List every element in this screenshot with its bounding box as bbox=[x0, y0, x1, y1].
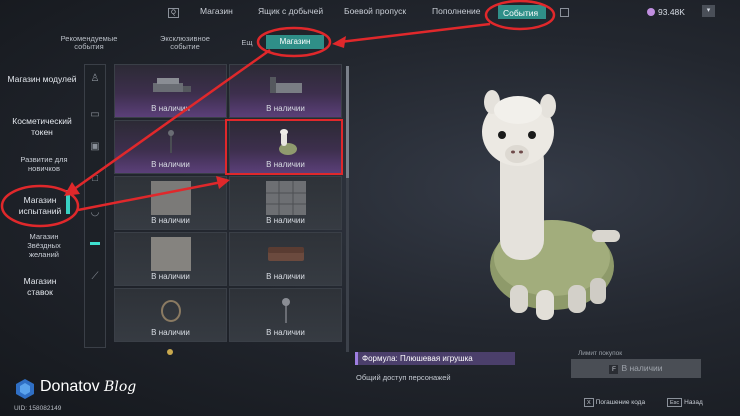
sidebar-item-newbie-progress[interactable]: Развитие для новичков bbox=[14, 155, 74, 173]
user-id: UID: 158082149 bbox=[14, 405, 62, 412]
purchase-limit-label: Лимит покупок bbox=[578, 350, 623, 357]
watermark-blog: Blog bbox=[104, 379, 137, 395]
availability-label: В наличии bbox=[266, 328, 305, 337]
subtab-shop[interactable]: Магазин bbox=[266, 35, 324, 49]
nav-events-tab[interactable]: События bbox=[490, 3, 560, 23]
shop-item-tile[interactable]: В наличии bbox=[229, 288, 342, 342]
f-key-hint: F bbox=[609, 365, 619, 374]
nav-shop[interactable]: Магазин bbox=[200, 6, 233, 16]
availability-label: В наличии bbox=[151, 104, 190, 113]
shop-item-tile[interactable]: В наличии bbox=[114, 64, 227, 118]
sidebar-item-bet-shop[interactable]: Магазин ставок bbox=[10, 276, 70, 298]
availability-label: В наличии bbox=[266, 104, 305, 113]
subtab-recommended-events[interactable]: Рекомендуемые события bbox=[54, 35, 124, 51]
scroll-more-indicator bbox=[167, 349, 173, 355]
sidebar-item-star-wishes[interactable]: Магазин Звёздных желаний bbox=[14, 232, 74, 259]
redeem-code-hint[interactable]: X Погашение кода bbox=[584, 398, 645, 407]
back-hint[interactable]: Esc Назад bbox=[667, 398, 703, 407]
sofa-table-thumbnail bbox=[152, 78, 191, 92]
frame-category-icon[interactable]: □ bbox=[88, 172, 102, 186]
wall-panel-thumbnail bbox=[265, 181, 306, 215]
subtab-exclusive-event[interactable]: Эксклюзивное событие bbox=[150, 35, 220, 51]
nav-loot-box[interactable]: Ящик с добычей bbox=[258, 6, 323, 16]
couch-thumbnail bbox=[267, 247, 304, 261]
nav-events-label: События bbox=[503, 8, 539, 18]
x-key-hint: X bbox=[584, 398, 594, 407]
item-formula-title: Формула: Плюшевая игрушка bbox=[355, 352, 515, 365]
currency-amount: 93.48K bbox=[658, 7, 685, 17]
annotation-box-alpaca-tile bbox=[225, 119, 343, 175]
rug-thumbnail bbox=[150, 181, 191, 215]
chair-category-icon[interactable]: ◡ bbox=[88, 206, 102, 220]
nav-top-up[interactable]: Пополнение bbox=[432, 6, 481, 16]
bed-category-icon[interactable]: ▬ bbox=[88, 236, 102, 250]
watermark-brand: Donatov bbox=[40, 378, 100, 395]
floor-lamp-thumbnail bbox=[281, 298, 290, 323]
availability-label: В наличии bbox=[151, 272, 190, 281]
chevron-down-icon[interactable]: ▾ bbox=[702, 5, 715, 17]
buy-button[interactable]: FВ наличии bbox=[571, 359, 701, 378]
shop-item-tile[interactable]: В наличии bbox=[229, 232, 342, 286]
sidebar-active-indicator bbox=[66, 190, 70, 214]
availability-label: В наличии bbox=[266, 216, 305, 225]
donatov-logo-icon bbox=[16, 379, 34, 399]
bed-thumbnail bbox=[269, 77, 302, 93]
shop-item-tile[interactable]: В наличии bbox=[229, 64, 342, 118]
hanging-chair-thumbnail bbox=[160, 300, 181, 322]
shop-item-tile[interactable]: В наличии bbox=[229, 176, 342, 230]
subtab-more[interactable]: Ещ bbox=[240, 39, 254, 47]
sidebar-item-cosmetic-token[interactable]: Косметический токен bbox=[2, 116, 82, 138]
lamp-thumbnail bbox=[167, 130, 174, 153]
cabinet-category-icon[interactable]: ▭ bbox=[88, 108, 102, 122]
shop-item-tile[interactable]: В наличии bbox=[114, 176, 227, 230]
shop-item-tile[interactable]: В наличии bbox=[114, 288, 227, 342]
availability-label: В наличии bbox=[151, 160, 190, 169]
annotation-arrowhead bbox=[332, 36, 346, 48]
buy-button-label: В наличии bbox=[621, 363, 663, 373]
annotation-arrow-events-to-shop bbox=[339, 22, 491, 44]
donatov-watermark: Donatov Blog bbox=[14, 378, 136, 405]
esc-key-hint: Esc bbox=[667, 398, 683, 407]
nav-battle-pass[interactable]: Боевой пропуск bbox=[344, 6, 406, 16]
shop-item-tile[interactable]: В наличии bbox=[114, 120, 227, 174]
availability-label: В наличии bbox=[151, 216, 190, 225]
currency-icon bbox=[647, 8, 655, 16]
availability-label: В наличии bbox=[266, 272, 305, 281]
lamp-category-icon[interactable]: ♙ bbox=[88, 72, 102, 86]
item-description: Общий доступ персонажей bbox=[356, 373, 451, 382]
alpaca-plush-preview[interactable] bbox=[460, 80, 660, 330]
q-key-hint: Q bbox=[168, 8, 179, 18]
carpet-thumbnail bbox=[150, 237, 191, 271]
shop-item-tile[interactable]: В наличии bbox=[114, 232, 227, 286]
sidebar-item-trial-shop[interactable]: Магазин испытаний bbox=[12, 195, 68, 217]
sidebar-item-module-shop[interactable]: Магазин модулей bbox=[2, 74, 82, 85]
decor-category-icon[interactable]: ⟋ bbox=[88, 270, 102, 284]
storage-category-icon[interactable]: ▣ bbox=[88, 140, 102, 154]
grid-scroll-thumb[interactable] bbox=[346, 66, 349, 178]
redeem-code-label: Погашение кода bbox=[595, 399, 646, 406]
availability-label: В наличии bbox=[151, 328, 190, 337]
e-key-hint bbox=[560, 8, 569, 17]
back-label: Назад bbox=[684, 399, 703, 406]
currency-display: 93.48K bbox=[647, 7, 685, 17]
top-navigation: Q Магазин Ящик с добычей Боевой пропуск … bbox=[0, 0, 740, 26]
